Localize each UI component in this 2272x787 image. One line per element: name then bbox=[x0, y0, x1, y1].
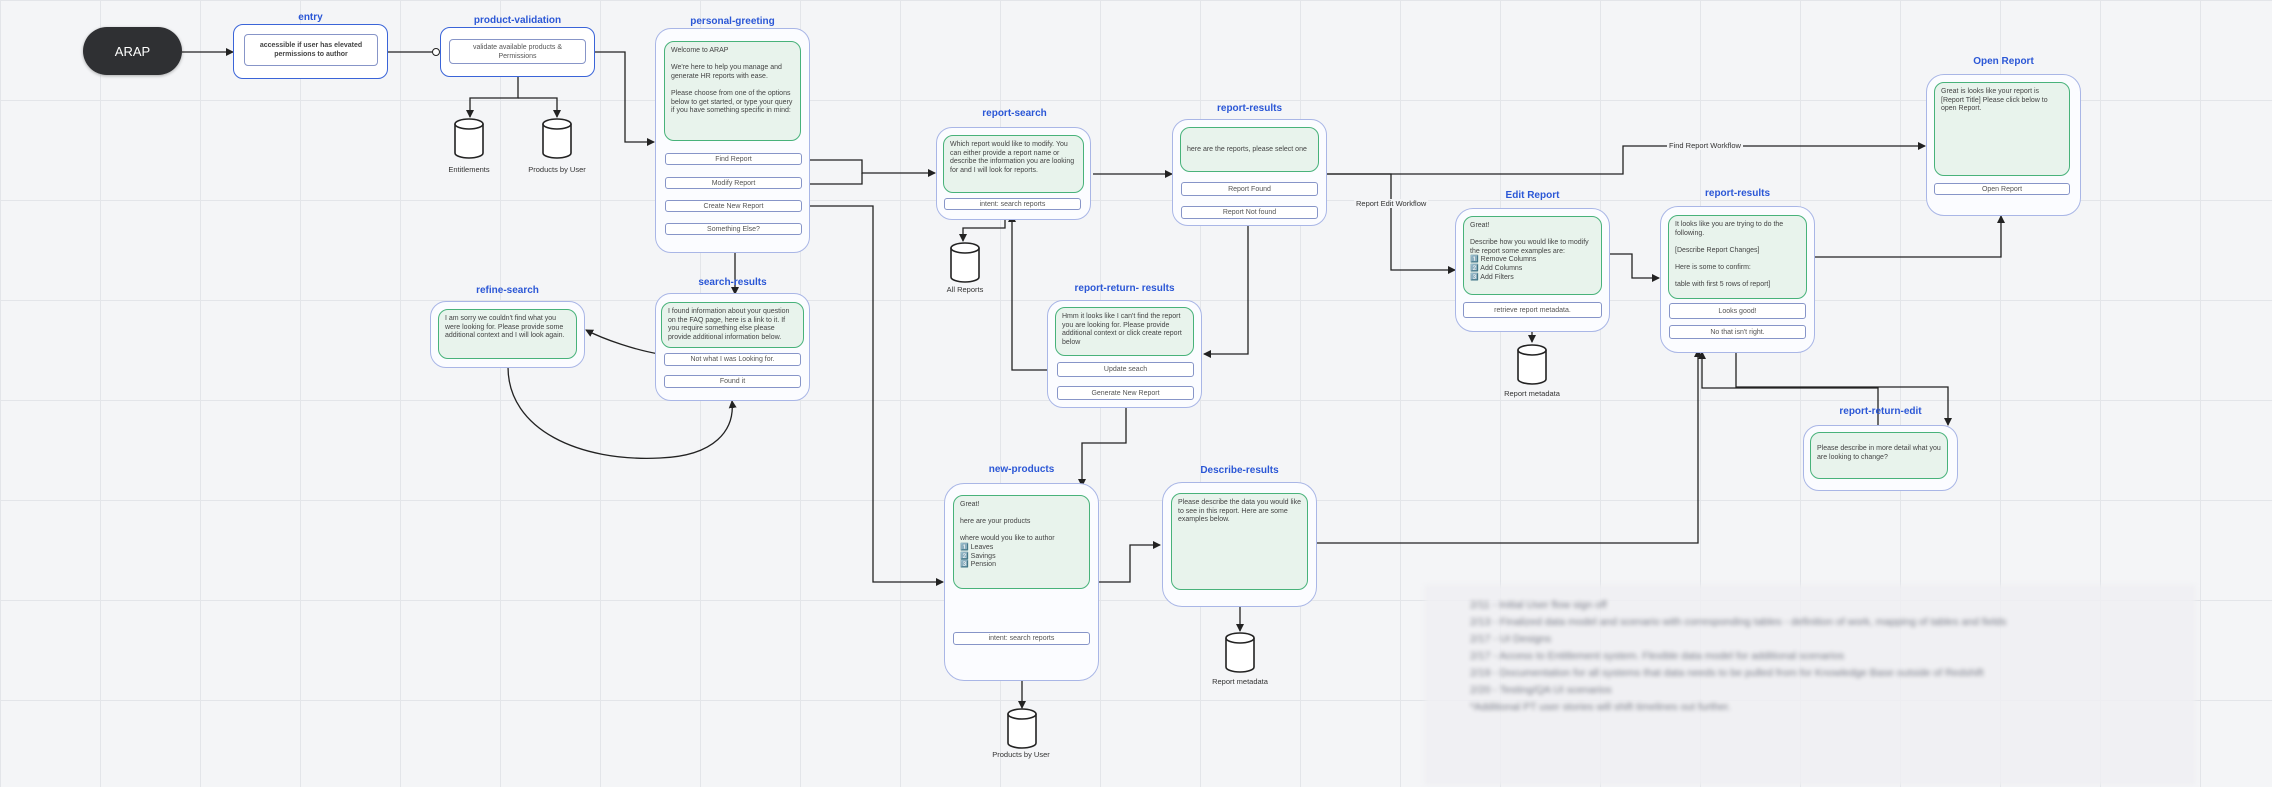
option-not-right[interactable]: No that isn't right. bbox=[1669, 325, 1806, 339]
report-return-edit-title: report-return-edit bbox=[1839, 406, 1922, 417]
search-results-title: search-results bbox=[698, 277, 767, 288]
report-results-message: here are the reports, please select one bbox=[1180, 127, 1319, 172]
option-open-report[interactable]: Open Report bbox=[1934, 183, 2070, 195]
report-return-edit-message: Please describe in more detail what you … bbox=[1810, 432, 1948, 479]
describe-results-title: Describe-results bbox=[1200, 465, 1279, 476]
edge-label-find-report-workflow: Find Report Workflow bbox=[1667, 141, 1743, 150]
personal-greeting-title: personal-greeting bbox=[690, 16, 775, 27]
report-search-message: Which report would like to modify. You c… bbox=[943, 135, 1084, 193]
option-create-new-report[interactable]: Create New Report bbox=[665, 200, 802, 212]
start-label: ARAP bbox=[114, 43, 151, 59]
edge-label-report-edit-workflow: Report Edit Workflow bbox=[1354, 199, 1429, 208]
entry-condition: accessible if user has elevated permissi… bbox=[244, 34, 378, 66]
option-new-products-intent[interactable]: intent: search reports bbox=[953, 632, 1090, 645]
note-line: 2/17 - UI Designs bbox=[1470, 633, 1552, 645]
open-report-message: Great is looks like your report is [Repo… bbox=[1934, 82, 2070, 176]
option-something-else[interactable]: Something Else? bbox=[665, 223, 802, 235]
option-retrieve-report-metadata[interactable]: retrieve report metadata. bbox=[1463, 302, 1602, 318]
note-line: 2/20 - Testing/QA UI scenarios bbox=[1470, 684, 1612, 696]
edit-report-title: Edit Report bbox=[1505, 190, 1560, 201]
note-line: 2/17 - Access to Entitlement system. Fle… bbox=[1470, 650, 1845, 662]
report-results-2-title: report-results bbox=[1704, 188, 1770, 199]
option-find-report[interactable]: Find Report bbox=[665, 153, 802, 165]
note-line: 2/19 - Documentation for all systems tha… bbox=[1470, 667, 1984, 679]
report-metadata-db-label-2: Report metadata bbox=[1212, 677, 1268, 686]
refine-search-message: I am sorry we couldn't find what you wer… bbox=[438, 309, 577, 359]
report-search-title: report-search bbox=[982, 108, 1047, 119]
entry-title: entry bbox=[298, 12, 323, 23]
report-return-results-message: Hmm it looks like I can't find the repor… bbox=[1055, 307, 1194, 356]
option-update-seach[interactable]: Update seach bbox=[1057, 362, 1194, 377]
products-by-user-db-label: Products by User bbox=[528, 165, 586, 174]
product-validation-text: validate available products & Permission… bbox=[449, 39, 586, 64]
note-line: 2/13 - Finalized data model and scenario… bbox=[1470, 616, 2007, 628]
entitlements-db-label: Entitlements bbox=[448, 165, 490, 174]
note-line: *Additional PT user stories will shift t… bbox=[1470, 701, 1731, 713]
report-return-results-title: report-return- results bbox=[1074, 283, 1175, 294]
products-by-user-db-label-2: Products by User bbox=[992, 750, 1050, 759]
option-found-it[interactable]: Found it bbox=[664, 375, 801, 388]
option-not-what-looking-for[interactable]: Not what I was Looking for. bbox=[664, 353, 801, 366]
option-report-found[interactable]: Report Found bbox=[1181, 182, 1318, 196]
open-report-title: Open Report bbox=[1973, 56, 2034, 67]
option-report-not-found[interactable]: Report Not found bbox=[1181, 206, 1318, 219]
timeline-notes: 2/11 - Initial User flow sign off 2/13 -… bbox=[1425, 585, 2195, 785]
option-modify-report[interactable]: Modify Report bbox=[665, 177, 802, 189]
flow-canvas: ARAP entry accessible if user has elevat… bbox=[0, 0, 2272, 787]
option-intent-search-reports[interactable]: intent: search reports bbox=[944, 198, 1081, 210]
report-results-2-message: It looks like you are trying to do the f… bbox=[1668, 215, 1807, 299]
report-metadata-db-label: Report metadata bbox=[1504, 389, 1560, 398]
option-looks-good[interactable]: Looks good! bbox=[1669, 303, 1806, 319]
start-node[interactable]: ARAP bbox=[83, 27, 182, 75]
search-results-message: I found information about your question … bbox=[661, 302, 804, 348]
refine-search-title: refine-search bbox=[476, 285, 539, 296]
note-line: 2/11 - Initial User flow sign off bbox=[1470, 599, 1607, 611]
personal-greeting-message: Welcome to ARAP We're here to help you m… bbox=[664, 41, 801, 141]
report-results-title: report-results bbox=[1216, 103, 1282, 114]
describe-results-message: Please describe the data you would like … bbox=[1171, 493, 1308, 590]
new-products-message: Great! here are your products where woul… bbox=[953, 495, 1090, 589]
option-generate-new-report[interactable]: Generate New Report bbox=[1057, 386, 1194, 400]
product-validation-title: product-validation bbox=[473, 15, 562, 26]
new-products-title: new-products bbox=[988, 464, 1055, 475]
edit-report-message: Great! Describe how you would like to mo… bbox=[1463, 216, 1602, 295]
all-reports-db-label: All Reports bbox=[946, 285, 984, 294]
